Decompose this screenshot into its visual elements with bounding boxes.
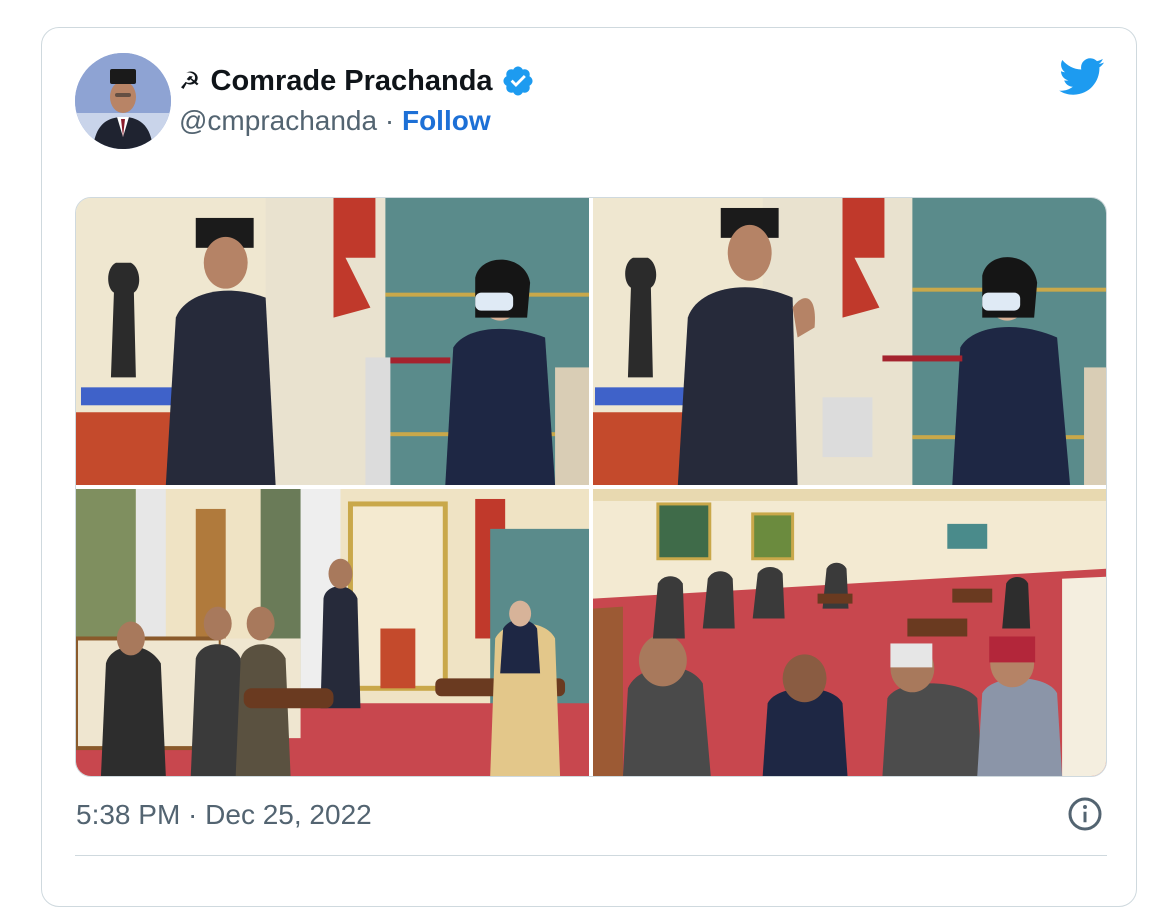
author-handle-row: @cmprachanda · Follow [179,105,491,137]
verified-badge-icon [503,66,533,96]
follow-button[interactable]: Follow [402,105,491,136]
twitter-bird-icon[interactable] [1059,58,1105,96]
separator-dot: · [377,105,402,136]
author-handle[interactable]: @cmprachanda [179,105,377,136]
info-circle-icon[interactable] [1067,796,1103,832]
author-display-name[interactable]: ☭ Comrade Prachanda [179,64,535,98]
hammer-sickle-emoji: ☭ [179,67,201,95]
photo-2[interactable] [593,198,1106,485]
tweet-timestamp[interactable]: 5:38 PM · Dec 25, 2022 [76,799,372,831]
photo-1[interactable] [76,198,589,485]
photo-4[interactable] [593,489,1106,776]
author-avatar[interactable] [75,53,171,149]
media-grid [75,197,1107,777]
tweet-card: ☭ Comrade Prachanda @cmprachanda · Follo… [41,27,1137,907]
display-name-text: Comrade Prachanda [210,64,493,97]
footer-divider [75,855,1107,856]
photo-3[interactable] [76,489,589,776]
